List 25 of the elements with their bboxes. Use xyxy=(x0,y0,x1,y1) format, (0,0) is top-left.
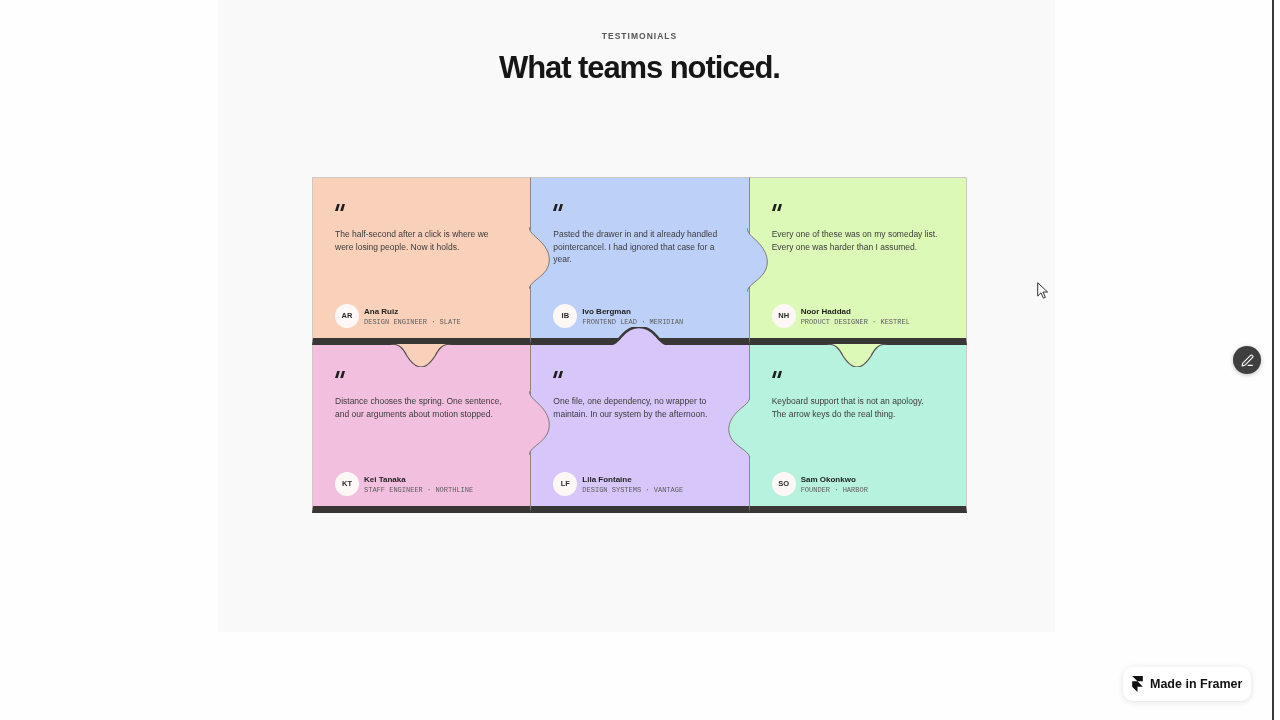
quote-text: The half-second after a click is where we were losing people. Now it holds. xyxy=(335,228,490,253)
pencil-icon xyxy=(1240,353,1254,367)
author-name: Ana Ruiz xyxy=(364,306,400,317)
quote-text: One file, one dependency, no wrapper to maintain. In our system by the afternoon. xyxy=(553,395,709,420)
quote-icon xyxy=(771,204,782,211)
quote-icon xyxy=(335,371,345,378)
quote-text: Every one of these was on my someday list. Every one was harder than I assumed. xyxy=(771,228,939,253)
author-name: Ivo Bergman xyxy=(582,306,632,317)
quote-icon xyxy=(553,371,564,378)
edit-button[interactable] xyxy=(1233,346,1261,374)
quote-text: Keyboard support that is not an apology. The arrow keys do the real thing. xyxy=(771,395,925,420)
section-title: What teams noticed. xyxy=(499,50,780,86)
quote-icon xyxy=(335,204,345,211)
author-name: Noor Haddad xyxy=(800,306,852,317)
author-name: Sam Okonkwo xyxy=(800,474,857,485)
author-name: Lila Fontaine xyxy=(582,474,633,485)
made-in-framer-badge[interactable]: Made in Framer xyxy=(1123,667,1252,701)
quote-icon xyxy=(553,204,564,211)
framer-logo-icon xyxy=(1132,676,1143,692)
mouse-pointer-icon xyxy=(1037,282,1049,299)
author-name: Kei Tanaka xyxy=(364,474,407,485)
quote-text: Distance chooses the spring. One sentence, and our arguments about motion stopped. xyxy=(335,395,503,420)
section-eyebrow: TESTIMONIALS xyxy=(601,31,678,41)
quote-icon xyxy=(771,371,782,378)
quote-text: Pasted the drawer in and it already handled pointercancel. I had ignored that case for a year. xyxy=(553,228,719,266)
